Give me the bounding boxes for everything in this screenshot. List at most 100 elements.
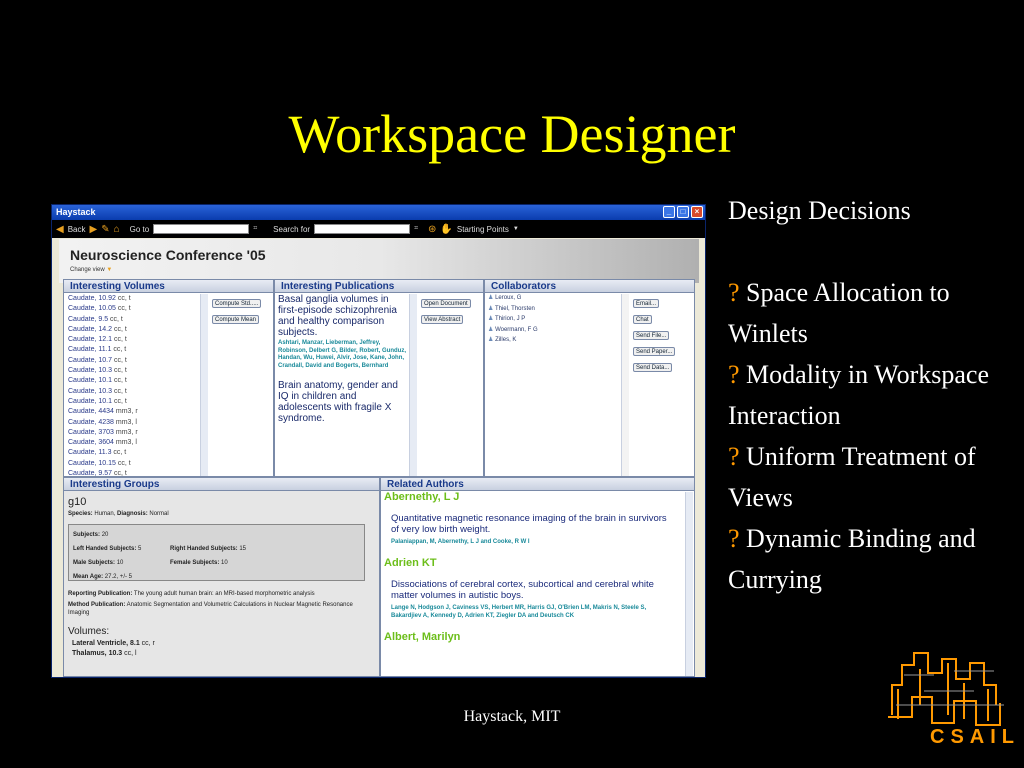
vol2-value: 10.3	[108, 650, 123, 657]
rh-value: 15	[239, 546, 247, 552]
volume-row[interactable]: Caudate, 3703 mm3, r	[68, 428, 273, 438]
author-publication-title[interactable]: Quantitative magnetic resonance imaging …	[381, 513, 684, 535]
vol2-name: Thalamus,	[72, 650, 107, 657]
chevron-down-icon[interactable]: ▼	[106, 267, 112, 273]
volumes-header: Interesting Volumes	[64, 280, 273, 293]
author-name[interactable]: Adrien KT	[381, 557, 684, 569]
starting-points-icon[interactable]: ✋	[440, 224, 452, 235]
person-icon: ♟	[488, 295, 494, 301]
decision-bullet: ? Uniform Treatment of Views	[728, 442, 976, 512]
volume-row[interactable]: Caudate, 10.1 cc, t	[68, 376, 273, 386]
volume-row[interactable]: Caudate, 10.3 cc, t	[68, 387, 273, 397]
close-icon[interactable]: ×	[691, 206, 703, 218]
publication-title[interactable]: Brain anatomy, gender and IQ in children…	[275, 379, 409, 425]
maximize-icon[interactable]: □	[677, 206, 689, 218]
male-label: Male Subjects:	[73, 560, 116, 566]
volume-row[interactable]: Caudate, 9.57 cc, t	[68, 469, 273, 476]
vol1-unit: cc, r	[141, 640, 155, 647]
collaborator-item[interactable]: ♟ Thirion, J P	[488, 314, 694, 325]
refresh-icon[interactable]: ✎	[101, 224, 109, 235]
volume-row[interactable]: Caudate, 10.1 cc, t	[68, 397, 273, 407]
volume-row[interactable]: Caudate, 11.1 cc, t	[68, 345, 273, 355]
author-publication-authors[interactable]: Palaniappan, M, Abernethy, L J and Cooke…	[381, 538, 684, 546]
forward-arrow-icon[interactable]: ▶	[90, 224, 98, 235]
author-publication-authors[interactable]: Lange N, Hodgson J, Caviness VS, Herbert…	[381, 604, 684, 620]
goto-input[interactable]	[153, 224, 250, 234]
volume-row[interactable]: Caudate, 14.2 cc, t	[68, 325, 273, 335]
collaborator-action-button[interactable]: Email...	[633, 299, 660, 308]
reporting-pub-label: Reporting Publication:	[68, 591, 133, 597]
age-value: 27.2, +/- 5	[104, 574, 132, 580]
home-icon[interactable]: ⌂	[114, 224, 120, 235]
volumes-panel: Interesting Volumes Caudate, 10.92 cc, t…	[63, 279, 274, 477]
volume-row[interactable]: Caudate, 4434 mm3, r	[68, 407, 273, 417]
collaborator-action-button[interactable]: Send Data...	[633, 363, 673, 372]
search-input[interactable]	[314, 224, 411, 234]
group-name: g10	[68, 496, 87, 508]
person-icon: ♟	[488, 316, 494, 322]
subjects-label: Subjects:	[73, 532, 101, 538]
workspace-banner: Neuroscience Conference '05 Change view …	[59, 239, 699, 283]
change-view-link[interactable]: Change view	[70, 267, 105, 273]
author-name[interactable]: Albert, Marilyn	[381, 631, 684, 643]
back-arrow-icon[interactable]: ◀	[56, 224, 64, 235]
author-publication-title[interactable]: Dissociations of cerebral cortex, subcor…	[381, 579, 684, 601]
collaborator-item[interactable]: ♟ Leroux, G	[488, 293, 694, 304]
diagnosis-label: Diagnosis:	[117, 511, 148, 517]
publications-panel: Interesting Publications Basal ganglia v…	[274, 279, 484, 477]
publications-scrollbar[interactable]	[409, 294, 417, 476]
volume-row[interactable]: Caudate, 10.7 cc, t	[68, 356, 273, 366]
decision-bullet: ? Dynamic Binding and Currying	[728, 524, 976, 594]
volume-row[interactable]: Caudate, 4238 mm3, l	[68, 418, 273, 428]
author-name[interactable]: Abernethy, L J	[381, 491, 684, 503]
goto-label: Go to	[129, 224, 150, 234]
reporting-pub-value[interactable]: The young adult human brain: an MRI-base…	[134, 591, 315, 597]
collaborator-action-button[interactable]: Send Paper...	[633, 347, 676, 356]
view-abstract-button[interactable]: View Abstract	[421, 315, 464, 324]
compute-mean-button[interactable]: Compute Mean	[212, 315, 260, 324]
groups-panel: Interesting Groups g10 Species: Human, D…	[63, 477, 380, 677]
lh-value: 5	[138, 546, 142, 552]
slide-footer: Haystack, MIT	[463, 708, 561, 725]
collaborators-panel: Collaborators ♟ Leroux, G ♟ Thiel, Thorst…	[484, 279, 695, 477]
lh-label: Left Handed Subjects:	[73, 546, 137, 552]
back-button[interactable]: Back	[68, 225, 86, 234]
volume-row[interactable]: Caudate, 12.1 cc, t	[68, 335, 273, 345]
workspace-title: Neuroscience Conference '05	[70, 247, 266, 263]
collaborator-item[interactable]: ♟ Thiel, Thorsten	[488, 304, 694, 315]
volume-row[interactable]: Caudate, 3604 mm3, l	[68, 438, 273, 448]
vol2-unit: cc, l	[124, 650, 137, 657]
volumes-scrollbar[interactable]	[200, 294, 208, 476]
related-authors-scrollbar[interactable]	[685, 492, 693, 676]
open-document-button[interactable]: Open Document	[421, 299, 471, 308]
publication-authors[interactable]: Ashtari, Manzar, Lieberman, Jeffrey, Rob…	[275, 339, 409, 371]
starting-points-menu[interactable]: Starting Points	[457, 225, 509, 234]
subjects-value: 20	[101, 532, 109, 538]
collaborators-header: Collaborators	[485, 280, 694, 293]
compute-std-button[interactable]: Compute Std.....	[212, 299, 262, 308]
minimize-icon[interactable]: _	[663, 206, 675, 218]
chevron-down-icon[interactable]: ▼	[513, 226, 519, 232]
diagnosis-value: Normal	[149, 511, 169, 517]
collaborator-action-button[interactable]: Send File...	[633, 331, 670, 340]
publication-title[interactable]: Basal ganglia volumes in first-episode s…	[275, 293, 409, 339]
haystack-window: Haystack _ □ × ◀ Back ▶ ✎ ⌂ Go to ⌗ Sear…	[51, 204, 706, 678]
volume-row[interactable]: Caudate, 10.3 cc, t	[68, 366, 273, 376]
collaborators-scrollbar[interactable]	[621, 294, 629, 476]
settings-icon[interactable]: ⊛	[428, 224, 436, 235]
volume-row[interactable]: Caudate, 11.3 cc, t	[68, 448, 273, 458]
goto-go-icon[interactable]: ⌗	[253, 225, 257, 233]
decision-bullet: ? Modality in Workspace Interaction	[728, 360, 989, 430]
collaborator-action-button[interactable]: Chat	[633, 315, 652, 324]
publications-header: Interesting Publications	[275, 280, 483, 293]
person-icon: ♟	[488, 326, 494, 333]
related-authors-header: Related Authors	[381, 478, 694, 491]
group-stats-box: Subjects: 20 Left Handed Subjects: 5 Righ…	[68, 524, 365, 581]
age-label: Mean Age:	[73, 574, 104, 580]
decision-bullet: ? Space Allocation to Winlets	[728, 278, 950, 348]
species-value: Human,	[94, 511, 116, 517]
volume-row[interactable]: Caudate, 10.15 cc, t	[68, 459, 273, 469]
window-titlebar[interactable]: Haystack _ □ ×	[52, 205, 705, 220]
search-go-icon[interactable]: ⌗	[414, 225, 418, 233]
vol1-name: Lateral Ventricle,	[72, 640, 129, 647]
